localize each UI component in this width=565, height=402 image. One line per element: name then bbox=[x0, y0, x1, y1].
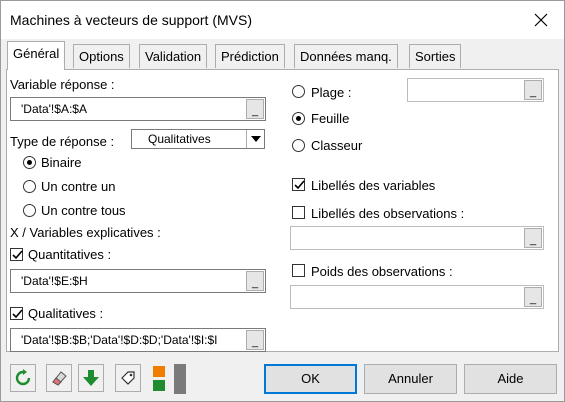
tab-validation[interactable]: Validation bbox=[139, 44, 208, 68]
tab-prediction[interactable]: Prédiction bbox=[215, 44, 285, 68]
radio-workbook[interactable] bbox=[292, 139, 305, 152]
qualitative-checkbox[interactable] bbox=[10, 307, 23, 320]
eraser-button[interactable] bbox=[46, 364, 72, 392]
close-button[interactable] bbox=[528, 8, 554, 32]
tab-outputs[interactable]: Sorties bbox=[409, 44, 462, 68]
response-type-label: Type de réponse : bbox=[10, 134, 115, 149]
quantitative-checkbox[interactable] bbox=[10, 248, 23, 261]
output-range-field[interactable]: _ bbox=[407, 78, 544, 102]
response-variable-field[interactable]: 'Data'!$A:$A _ bbox=[10, 97, 266, 121]
reset-icon bbox=[15, 369, 31, 386]
dialog-window: Machines à vecteurs de support (MVS) Gén… bbox=[0, 0, 565, 402]
observation-labels-checkbox[interactable] bbox=[292, 206, 305, 219]
response-type-value: Qualitatives bbox=[148, 132, 211, 146]
checkmark-icon bbox=[12, 250, 23, 260]
range-select-button[interactable]: _ bbox=[524, 228, 542, 248]
range-select-button[interactable]: _ bbox=[524, 80, 542, 100]
qualitative-value: 'Data'!$B:$B;'Data'!$D:$D;'Data'!$I:$I bbox=[21, 333, 218, 347]
title-bar: Machines à vecteurs de support (MVS) bbox=[1, 1, 564, 39]
range-select-button[interactable]: _ bbox=[246, 330, 264, 350]
radio-workbook-label: Classeur bbox=[311, 138, 363, 153]
radio-sheet-label: Feuille bbox=[311, 111, 350, 126]
down-arrow-icon bbox=[83, 370, 99, 386]
tab-label: Général bbox=[13, 46, 60, 61]
ok-label: OK bbox=[301, 371, 320, 386]
range-select-button[interactable]: _ bbox=[246, 271, 264, 291]
eraser-icon bbox=[52, 371, 67, 386]
radio-one-vs-one-label: Un contre un bbox=[41, 179, 116, 194]
radio-one-vs-all[interactable] bbox=[23, 204, 36, 217]
tab-label: Sorties bbox=[415, 49, 456, 64]
chevron-down-icon bbox=[246, 130, 264, 148]
help-label: Aide bbox=[497, 371, 524, 386]
radio-sheet[interactable] bbox=[292, 112, 305, 125]
color-bar bbox=[174, 364, 186, 394]
variable-labels-label: Libellés des variables bbox=[311, 178, 436, 193]
observation-weights-field[interactable]: _ bbox=[290, 285, 544, 309]
tab-label: Données manq. bbox=[300, 49, 392, 64]
explanatory-variables-label: X / Variables explicatives : bbox=[10, 225, 161, 240]
response-variable-value: 'Data'!$A:$A bbox=[21, 102, 87, 116]
observation-weights-label: Poids des observations : bbox=[311, 264, 453, 279]
observation-labels-label: Libellés des observations : bbox=[311, 206, 465, 221]
reset-button[interactable] bbox=[10, 364, 36, 392]
tab-label: Options bbox=[79, 49, 124, 64]
response-variable-label: Variable réponse : bbox=[10, 77, 115, 92]
qualitative-label: Qualitatives : bbox=[28, 306, 104, 321]
response-type-select[interactable]: Qualitatives bbox=[131, 129, 265, 149]
help-button[interactable]: Aide bbox=[464, 364, 557, 394]
tab-general[interactable]: Général bbox=[7, 41, 66, 70]
tab-label: Validation bbox=[145, 49, 202, 64]
range-select-button[interactable]: _ bbox=[246, 99, 264, 119]
tab-missing-data[interactable]: Données manq. bbox=[294, 44, 398, 68]
close-icon bbox=[534, 13, 548, 27]
observation-labels-field[interactable]: _ bbox=[290, 226, 544, 250]
tab-label: Prédiction bbox=[221, 49, 279, 64]
radio-binary[interactable] bbox=[23, 156, 36, 169]
radio-range[interactable] bbox=[292, 85, 305, 98]
tag-button[interactable] bbox=[115, 364, 141, 392]
range-select-button[interactable]: _ bbox=[524, 287, 542, 307]
tab-options[interactable]: Options bbox=[73, 44, 130, 68]
radio-binary-label: Binaire bbox=[41, 155, 82, 170]
qualitative-field[interactable]: 'Data'!$B:$B;'Data'!$D:$D;'Data'!$I:$I _ bbox=[10, 328, 266, 352]
quantitative-label: Quantitatives : bbox=[28, 247, 112, 262]
radio-range-label: Plage : bbox=[311, 85, 352, 100]
checkmark-icon bbox=[294, 180, 305, 190]
observation-weights-checkbox[interactable] bbox=[292, 264, 305, 277]
radio-one-vs-all-label: Un contre tous bbox=[41, 203, 126, 218]
cancel-label: Annuler bbox=[388, 371, 433, 386]
tag-icon bbox=[121, 371, 135, 385]
color-blocks-icon[interactable] bbox=[151, 364, 167, 392]
quantitative-value: 'Data'!$E:$H bbox=[21, 274, 88, 288]
variable-labels-checkbox[interactable] bbox=[292, 178, 305, 191]
checkmark-icon bbox=[12, 309, 23, 319]
window-title: Machines à vecteurs de support (MVS) bbox=[10, 12, 252, 28]
ok-button[interactable]: OK bbox=[264, 364, 357, 394]
radio-one-vs-one[interactable] bbox=[23, 180, 36, 193]
move-down-button[interactable] bbox=[78, 364, 104, 392]
quantitative-field[interactable]: 'Data'!$E:$H _ bbox=[10, 269, 266, 293]
cancel-button[interactable]: Annuler bbox=[364, 364, 457, 394]
